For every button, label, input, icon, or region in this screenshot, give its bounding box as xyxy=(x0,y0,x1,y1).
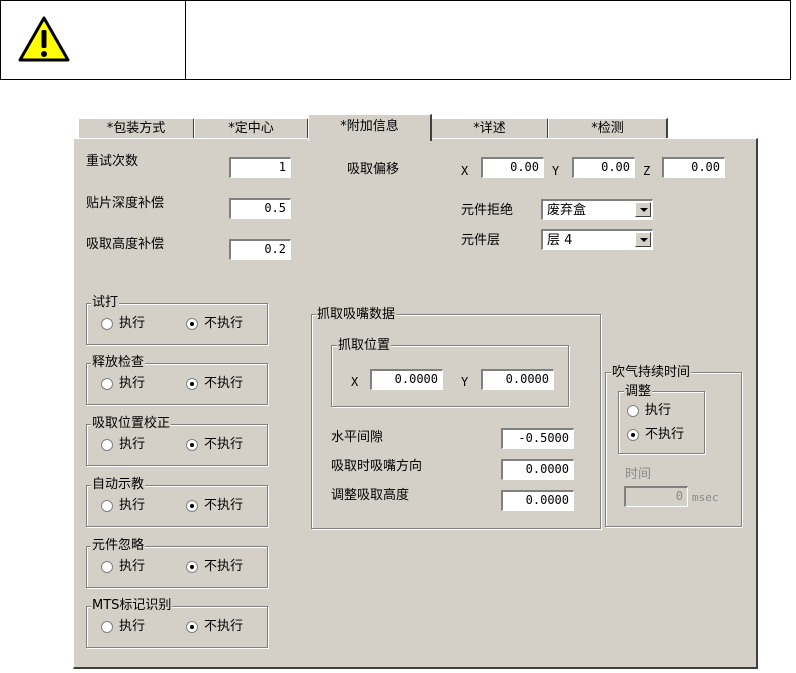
mount-depth-label: 贴片深度补偿 xyxy=(86,196,165,211)
release-check-execute-label: 执行 xyxy=(119,376,146,391)
horizontal-gap-label: 水平间隙 xyxy=(331,430,384,445)
blow-execute-radio[interactable] xyxy=(627,405,639,417)
blow-no-execute-radio[interactable] xyxy=(627,429,639,441)
blow-time-input[interactable]: 0 xyxy=(624,486,688,507)
offset-x-input[interactable]: 0.00 xyxy=(481,157,544,178)
component-ignore-execute-radio[interactable] xyxy=(101,561,113,573)
retry-count-input[interactable]: 1 xyxy=(229,157,291,178)
reject-dropdown-button[interactable] xyxy=(635,202,651,217)
blow-adjust-group xyxy=(618,391,705,454)
layer-select-value: 层 4 xyxy=(547,233,573,248)
adjust-pick-height-label: 调整吸取高度 xyxy=(331,488,410,503)
blow-no-execute-label: 不执行 xyxy=(645,427,685,442)
test-run-execute-label: 执行 xyxy=(119,316,146,331)
tab-additional-info[interactable]: *附加信息 xyxy=(308,114,432,141)
pick-position-correction-title: 吸取位置校正 xyxy=(91,416,172,431)
pick-position-correction-execute-label: 执行 xyxy=(119,437,146,452)
nozzle-data-title: 抓取吸嘴数据 xyxy=(316,307,397,322)
release-check-title: 释放检查 xyxy=(91,355,146,370)
chevron-down-icon xyxy=(640,208,648,212)
pick-y-input[interactable]: 0.0000 xyxy=(481,369,554,390)
blow-execute-label: 执行 xyxy=(645,403,672,418)
component-ignore-title: 元件忽略 xyxy=(91,538,146,553)
component-ignore-execute-label: 执行 xyxy=(119,559,146,574)
release-check-execute-radio[interactable] xyxy=(101,378,113,390)
layer-label: 元件层 xyxy=(461,233,501,248)
auto-teach-title: 自动示教 xyxy=(91,477,146,492)
pick-height-input[interactable]: 0.2 xyxy=(229,239,291,260)
release-check-no-execute-label: 不执行 xyxy=(204,376,244,391)
nozzle-direction-input[interactable]: 0.0000 xyxy=(501,459,574,480)
component-ignore-no-execute-label: 不执行 xyxy=(204,559,244,574)
adjust-pick-height-input[interactable]: 0.0000 xyxy=(501,490,574,511)
pick-y-label: Y xyxy=(461,375,469,389)
pick-offset-label: 吸取偏移 xyxy=(347,162,400,177)
pick-position-correction-no-execute-label: 不执行 xyxy=(204,437,244,452)
nozzle-direction-label: 吸取时吸嘴方向 xyxy=(331,459,423,474)
tab-inspection[interactable]: *检测 xyxy=(548,118,668,139)
offset-x-label: X xyxy=(461,164,469,178)
offset-z-label: Z xyxy=(643,164,651,178)
test-run-title: 试打 xyxy=(91,295,120,310)
auto-teach-execute-label: 执行 xyxy=(119,498,146,513)
mts-mark-recognition-execute-radio[interactable] xyxy=(101,621,113,633)
pick-position-correction-no-execute-radio[interactable] xyxy=(186,439,198,451)
warning-table xyxy=(0,0,791,80)
auto-teach-no-execute-radio[interactable] xyxy=(186,500,198,512)
warning-triangle-icon xyxy=(18,15,70,63)
layer-dropdown-button[interactable] xyxy=(635,232,651,247)
pick-position-title: 抓取位置 xyxy=(337,338,392,353)
reject-select[interactable]: 废弃盒 xyxy=(541,199,653,220)
mts-mark-recognition-no-execute-radio[interactable] xyxy=(186,621,198,633)
layer-select[interactable]: 层 4 xyxy=(541,229,653,250)
pick-position-correction-execute-radio[interactable] xyxy=(101,439,113,451)
retry-count-label: 重试次数 xyxy=(86,154,139,169)
pick-x-label: X xyxy=(351,375,359,389)
reject-label: 元件拒绝 xyxy=(461,203,514,218)
mount-depth-input[interactable]: 0.5 xyxy=(229,198,291,219)
warning-divider xyxy=(185,0,186,80)
auto-teach-no-execute-label: 不执行 xyxy=(204,498,244,513)
offset-y-input[interactable]: 0.00 xyxy=(572,157,635,178)
blow-time-unit: msec xyxy=(692,491,719,504)
blow-duration-title: 吹气持续时间 xyxy=(611,365,692,380)
offset-y-label: Y xyxy=(552,164,560,178)
chevron-down-icon xyxy=(640,238,648,242)
horizontal-gap-input[interactable]: -0.5000 xyxy=(501,428,574,449)
mts-mark-recognition-no-execute-label: 不执行 xyxy=(204,619,244,634)
tab-details[interactable]: *详述 xyxy=(431,118,549,139)
reject-select-value: 废弃盒 xyxy=(547,203,587,218)
pick-x-input[interactable]: 0.0000 xyxy=(370,369,443,390)
test-run-execute-radio[interactable] xyxy=(101,318,113,330)
blow-time-label: 时间 xyxy=(625,467,652,482)
mts-mark-recognition-execute-label: 执行 xyxy=(119,619,146,634)
tab-centering[interactable]: *定中心 xyxy=(194,118,309,139)
tab-packaging[interactable]: *包装方式 xyxy=(78,118,195,139)
release-check-no-execute-radio[interactable] xyxy=(186,378,198,390)
blow-adjust-title: 调整 xyxy=(624,384,653,399)
offset-z-input[interactable]: 0.00 xyxy=(662,157,725,178)
pick-height-label: 吸取高度补偿 xyxy=(86,237,165,252)
test-run-no-execute-radio[interactable] xyxy=(186,318,198,330)
test-run-no-execute-label: 不执行 xyxy=(204,316,244,331)
component-ignore-no-execute-radio[interactable] xyxy=(186,561,198,573)
auto-teach-execute-radio[interactable] xyxy=(101,500,113,512)
mts-mark-recognition-title: MTS标记识别 xyxy=(91,598,173,613)
